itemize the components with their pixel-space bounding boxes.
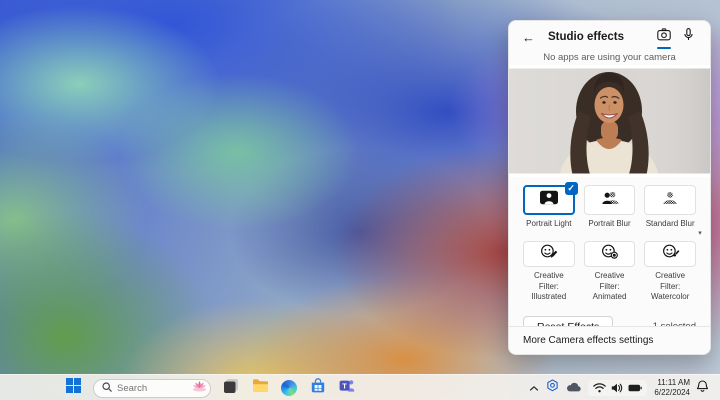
panel-title: Studio effects (548, 31, 625, 43)
portrait-light-icon (539, 190, 559, 210)
clock-time: 11:11 AM (657, 378, 690, 387)
effect-label: Portrait Blur (588, 219, 631, 228)
effects-section: ✓ Portrait Light Portrait Blur Standard … (509, 177, 710, 338)
microsoft-store-icon (310, 377, 326, 399)
quick-settings-button[interactable] (588, 380, 648, 396)
camera-icon (657, 28, 671, 46)
creative-filter-animated-icon (600, 243, 619, 265)
search-input[interactable] (117, 382, 187, 394)
file-explorer-button[interactable] (251, 379, 269, 397)
clock-date: 6/22/2024 (654, 388, 690, 397)
effect-creative-watercolor: Creative Filter: Watercolor (644, 241, 697, 302)
panel-header: ← Studio effects (509, 21, 710, 53)
microphone-icon (683, 28, 693, 46)
effect-tile-creative-watercolor[interactable] (644, 241, 697, 268)
effect-creative-animated: Creative Filter: Animated (583, 241, 636, 302)
camera-status-text: No apps are using your camera (543, 52, 676, 63)
microsoft-store-button[interactable] (309, 377, 327, 399)
taskbar-apps: T (64, 375, 356, 400)
effect-label: Creative Filter: Illustrated (531, 271, 567, 302)
svg-text:T: T (342, 381, 347, 390)
taskbar: T 11:11 AM 6/22/2024 (0, 374, 720, 400)
effect-label: Portrait Light (526, 219, 572, 228)
effect-label: Standard Blur (645, 219, 695, 228)
studio-effects-panel: ← Studio effects No apps are using your … (508, 20, 711, 355)
tray-overflow-button[interactable] (529, 379, 539, 397)
creative-filter-watercolor-icon (661, 243, 680, 265)
edge-button[interactable] (280, 379, 298, 397)
effect-standard-blur: Standard Blur (644, 185, 697, 229)
effect-tile-portrait-blur[interactable] (583, 185, 636, 215)
effect-portrait-blur: Portrait Blur (583, 185, 636, 229)
teams-button[interactable]: T (338, 379, 356, 397)
effect-label: Creative Filter: Animated (592, 271, 627, 302)
back-button[interactable]: ← (522, 31, 535, 44)
notification-bell-icon (696, 380, 709, 392)
onedrive-icon (567, 382, 582, 392)
start-icon (65, 378, 81, 398)
effect-tile-creative-illustrated[interactable] (523, 241, 575, 268)
wifi-icon (593, 383, 607, 393)
start-button[interactable] (64, 378, 82, 398)
more-camera-settings-link[interactable]: More Camera effects settings (523, 335, 653, 346)
desktop: ← Studio effects No apps are using your … (0, 0, 720, 400)
studio-effects-tray-button[interactable] (546, 379, 559, 397)
onedrive-button[interactable] (566, 379, 582, 397)
search-highlight-flower-icon (192, 379, 207, 397)
camera-preview-image (509, 65, 710, 177)
task-view-icon (223, 378, 239, 399)
taskbar-search[interactable] (93, 378, 211, 398)
chevron-up-icon (530, 386, 539, 391)
notification-center-button[interactable] (696, 379, 709, 397)
effect-tile-creative-animated[interactable] (583, 241, 636, 268)
effect-portrait-light: ✓ Portrait Light (523, 182, 578, 229)
scroll-down-icon[interactable]: ▾ (696, 230, 704, 237)
selected-check-icon: ✓ (564, 182, 578, 195)
camera-preview (509, 65, 710, 177)
camera-tab[interactable] (652, 24, 676, 50)
studio-effects-tray-icon (547, 379, 559, 392)
effects-row-1: ✓ Portrait Light Portrait Blur Standard … (523, 182, 697, 229)
search-icon (102, 379, 112, 397)
task-view-button[interactable] (222, 378, 240, 399)
volume-icon (612, 383, 623, 393)
creative-filter-illustrated-icon (539, 243, 558, 265)
system-tray: 11:11 AM 6/22/2024 (529, 375, 715, 400)
battery-icon (628, 384, 643, 392)
effect-creative-illustrated: Creative Filter: Illustrated (523, 241, 575, 302)
standard-blur-icon (660, 190, 680, 210)
effects-scrollbar[interactable]: ▾ (696, 224, 704, 237)
effects-row-2: Creative Filter: Illustrated Creative Fi… (523, 241, 697, 302)
portrait-blur-icon (600, 190, 620, 210)
teams-icon: T (339, 378, 355, 398)
effect-label: Creative Filter: Watercolor (650, 271, 690, 302)
effect-tile-standard-blur[interactable] (644, 185, 697, 215)
edge-icon (281, 380, 297, 396)
effect-tile-portrait-light[interactable]: ✓ (523, 182, 578, 215)
microphone-tab[interactable] (676, 24, 700, 50)
clock[interactable]: 11:11 AM 6/22/2024 (654, 378, 690, 398)
file-explorer-icon (252, 378, 269, 398)
panel-footer: More Camera effects settings (509, 326, 710, 354)
